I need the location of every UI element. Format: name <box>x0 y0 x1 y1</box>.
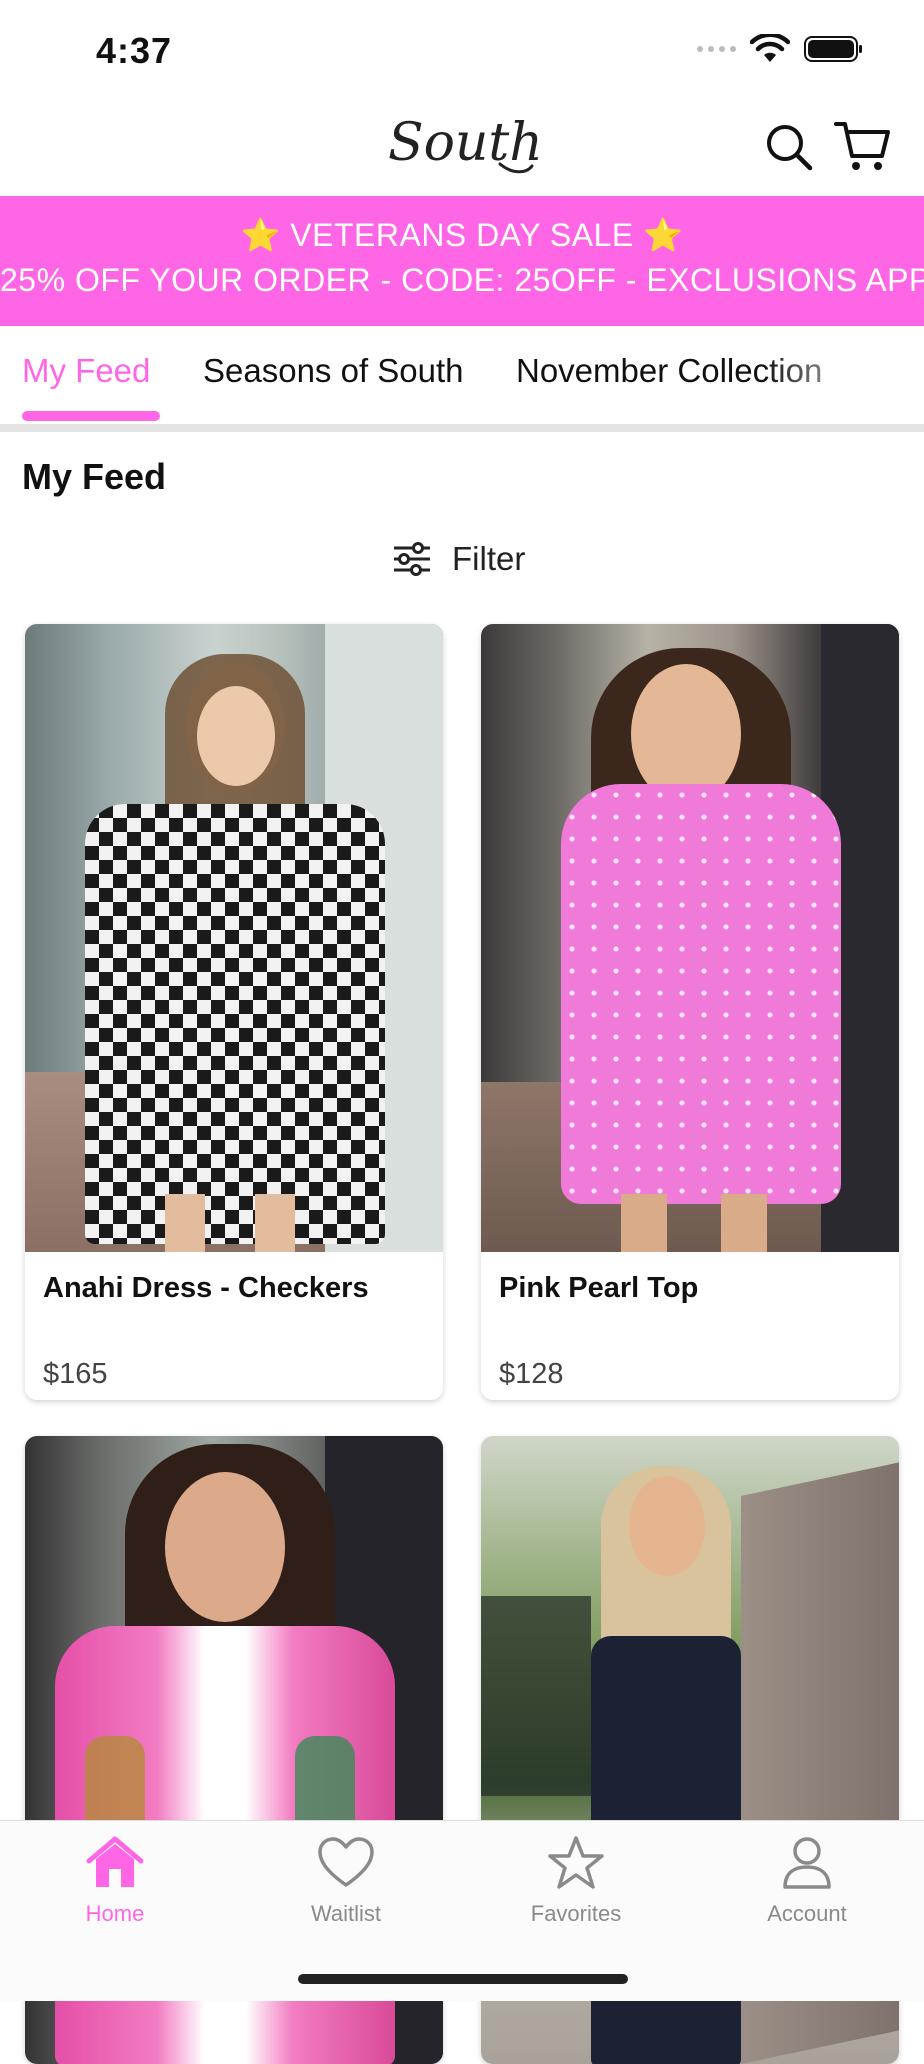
heart-icon <box>318 1837 374 1887</box>
filter-sliders-icon <box>394 542 430 576</box>
tabs-fade <box>764 326 924 430</box>
product-card-anahi-dress[interactable]: Anahi Dress - Checkers $165 <box>25 624 443 1400</box>
wifi-icon <box>750 34 790 62</box>
feed-title: My Feed <box>22 456 167 497</box>
promo-details: 25% OFF YOUR ORDER - CODE: 25OFF - EXCLU… <box>0 262 924 298</box>
tab-my-feed[interactable]: My Feed <box>22 352 150 390</box>
status-icons <box>697 34 864 64</box>
person-icon <box>783 1837 831 1889</box>
active-tab-indicator <box>22 411 160 421</box>
tab-favorites-label: Favorites <box>530 1901 622 1926</box>
tab-account-label: Account <box>767 1901 847 1926</box>
product-image <box>25 624 443 1252</box>
tab-waitlist[interactable]: Waitlist <box>266 1835 426 1927</box>
product-image <box>481 624 899 1252</box>
tab-home-label: Home <box>85 1901 145 1926</box>
tab-seasons-of-south[interactable]: Seasons of South <box>203 352 464 390</box>
filter-button[interactable]: Filter <box>392 540 525 578</box>
tab-home[interactable]: Home <box>35 1835 195 1927</box>
promo-headline: ⭐ VETERANS DAY SALE ⭐ <box>240 217 684 253</box>
brand-logo-text: South <box>388 113 540 173</box>
signal-dots-icon <box>697 46 736 52</box>
product-name: Pink Pearl Top <box>499 1272 699 1304</box>
filter-label: Filter <box>452 540 526 577</box>
product-card-pink-pearl-top[interactable]: Pink Pearl Top $128 <box>481 624 899 1400</box>
search-icon[interactable] <box>764 122 814 177</box>
status-time: 4:37 <box>96 30 173 71</box>
product-price: $165 <box>43 1358 108 1390</box>
promo-banner[interactable]: ⭐ VETERANS DAY SALE ⭐ 25% OFF YOUR ORDER… <box>0 196 924 326</box>
category-tabs: My Feed Seasons of South November Collec… <box>0 326 924 430</box>
tabs-divider <box>0 424 924 432</box>
product-name: Anahi Dress - Checkers <box>43 1272 369 1304</box>
cart-icon[interactable] <box>834 118 892 179</box>
tab-waitlist-label: Waitlist <box>310 1901 382 1926</box>
brand-logo[interactable]: South <box>380 108 543 193</box>
tab-account[interactable]: Account <box>727 1835 887 1927</box>
tab-favorites[interactable]: Favorites <box>496 1835 656 1927</box>
home-icon <box>86 1836 144 1887</box>
product-price: $128 <box>499 1358 564 1390</box>
star-icon <box>548 1836 604 1889</box>
home-indicator[interactable] <box>298 1974 628 1984</box>
battery-icon <box>804 36 862 62</box>
